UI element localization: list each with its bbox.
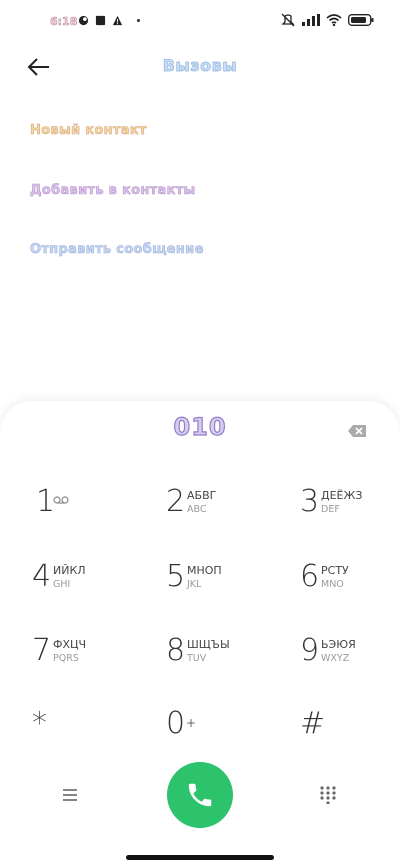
key-latin: ABC (187, 504, 207, 515)
voicemail-icon (53, 496, 69, 504)
key-latin: PQRS (53, 653, 79, 664)
key-plus: + (186, 716, 197, 730)
home-indicator[interactable] (126, 855, 274, 860)
key-digit: * (32, 706, 47, 741)
key-letters: ШЩЪЫ (187, 638, 230, 651)
key-4[interactable]: 4 ИЙКЛ GHI (32, 559, 142, 609)
key-latin: WXYZ (321, 653, 350, 664)
square-icon (95, 15, 106, 26)
menu-item-new-contact[interactable]: Новый контакт (30, 123, 147, 139)
backspace-button[interactable] (347, 423, 367, 437)
key-2[interactable]: 2 АБВГ ABC (166, 484, 276, 534)
key-letters: ИЙКЛ (53, 564, 86, 577)
key-digit: 9 (300, 633, 320, 668)
status-time: 6:18 (50, 15, 78, 29)
battery-icon (348, 14, 374, 26)
dialpad-icon (320, 786, 336, 805)
key-letters: ФХЦЧ (53, 638, 87, 651)
key-hash[interactable]: # (300, 706, 400, 756)
key-7[interactable]: 7 ФХЦЧ PQRS (32, 633, 142, 683)
key-3[interactable]: 3 ДЕЁЖЗ DEF (300, 484, 400, 534)
key-digit: 8 (166, 633, 186, 668)
key-digit: 7 (32, 633, 52, 668)
key-8[interactable]: 8 ШЩЪЫ TUV (166, 633, 276, 683)
key-latin: TUV (187, 653, 207, 664)
signal-icon (302, 14, 320, 26)
key-digit: 6 (300, 559, 320, 594)
wifi-icon (326, 14, 342, 26)
key-5[interactable]: 5 МНОП JKL (166, 559, 276, 609)
key-latin: GHI (53, 579, 71, 590)
key-digit: # (300, 706, 326, 741)
phone-icon (188, 783, 212, 807)
key-digit: 4 (32, 559, 52, 594)
menu-button[interactable] (60, 787, 80, 803)
key-letters: АБВГ (187, 489, 217, 502)
key-6[interactable]: 6 РСТУ MNO (300, 559, 400, 609)
status-left-icons (78, 15, 140, 26)
hamburger-icon (63, 789, 77, 801)
key-latin: DEF (321, 504, 340, 515)
mute-icon (281, 13, 295, 27)
key-digit: 2 (166, 484, 186, 519)
dialpad-toggle-button[interactable] (319, 786, 337, 805)
dot-icon (137, 19, 140, 22)
call-button[interactable] (167, 762, 233, 828)
key-latin: JKL (187, 579, 202, 590)
key-letters: ДЕЁЖЗ (321, 489, 363, 502)
status-right-icons (280, 13, 374, 27)
key-letters: РСТУ (321, 564, 349, 577)
key-letters: МНОП (187, 564, 222, 577)
key-digit: 0 (166, 706, 186, 741)
key-digit: 3 (300, 484, 320, 519)
key-0[interactable]: 0 + (166, 706, 276, 756)
app-icon (78, 15, 89, 26)
menu-item-send-message[interactable]: Отправить сообщение (30, 242, 204, 258)
number-display: 010 (173, 412, 227, 441)
backspace-icon (348, 425, 366, 437)
key-9[interactable]: 9 ЬЭЮЯ WXYZ (300, 633, 400, 683)
key-letters: ЬЭЮЯ (321, 638, 356, 651)
key-star[interactable]: * (32, 706, 142, 756)
warning-icon (112, 15, 123, 26)
status-bar: 6:18 (0, 0, 400, 44)
key-latin: MNO (321, 579, 344, 590)
key-1[interactable]: 1 (36, 484, 146, 534)
page-title: Вызовы (162, 56, 238, 76)
key-digit: 5 (166, 559, 186, 594)
menu-item-add-to-contacts[interactable]: Добавить в контакты (30, 183, 196, 199)
